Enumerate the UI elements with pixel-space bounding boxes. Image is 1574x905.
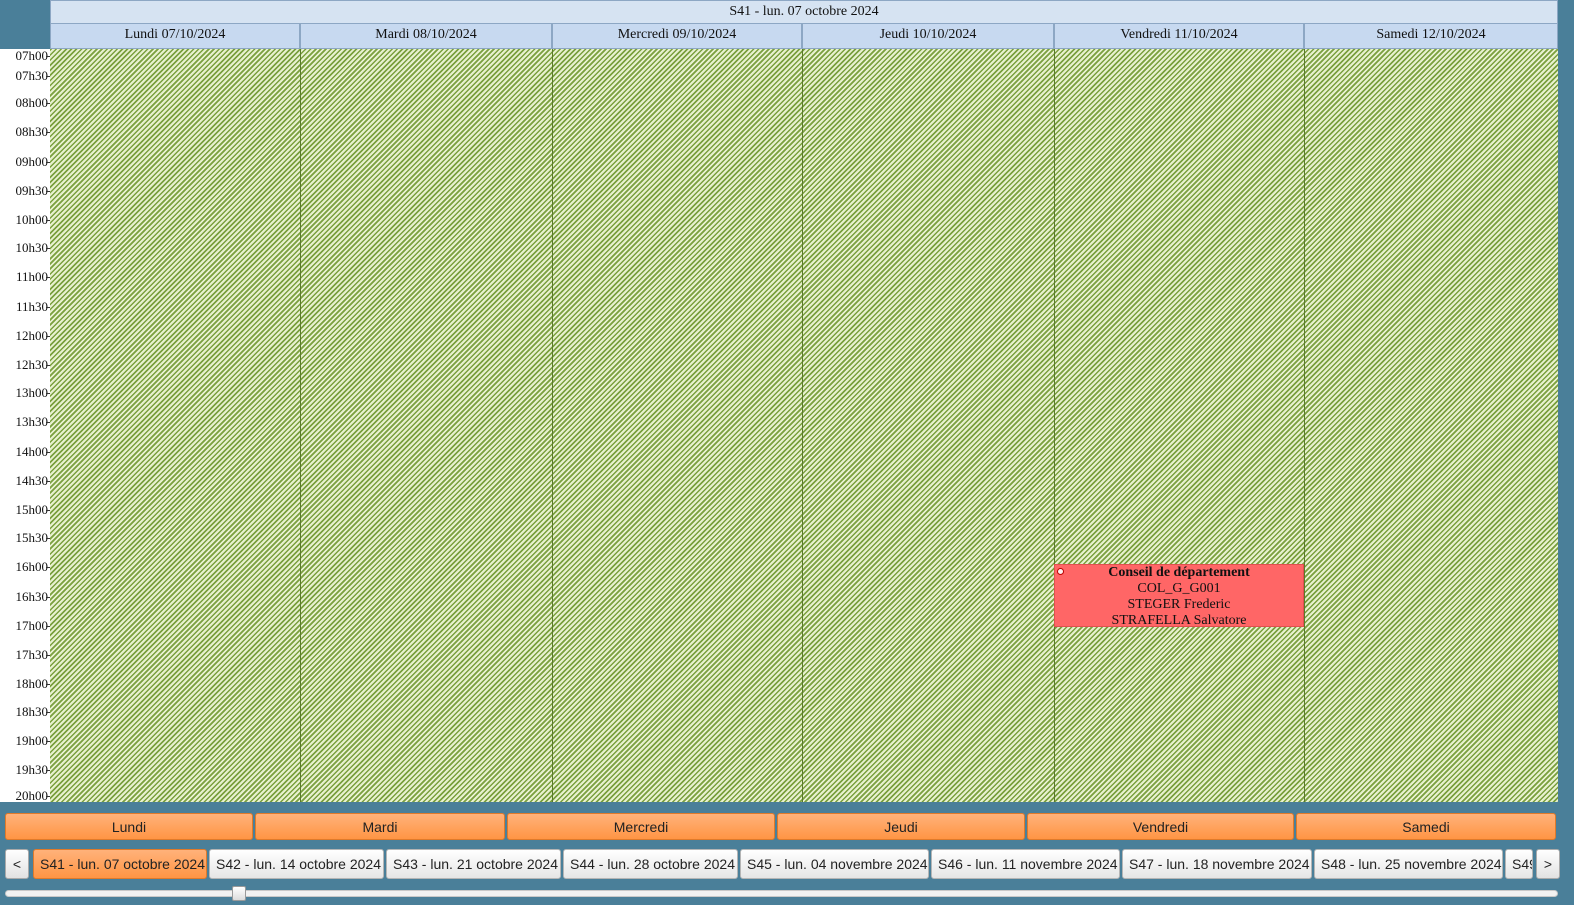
day-header: Mercredi 09/10/2024 xyxy=(552,24,802,49)
day-button-lundi[interactable]: Lundi xyxy=(5,813,253,840)
event-title: Conseil de département xyxy=(1108,565,1250,580)
event-marker-icon xyxy=(1057,568,1064,575)
day-column-divider xyxy=(1054,49,1055,802)
time-label: 11h30 xyxy=(15,299,48,314)
day-button-jeudi[interactable]: Jeudi xyxy=(777,813,1025,840)
time-label: 14h30 xyxy=(15,473,49,488)
week-tabs: S41 - lun. 07 octobre 2024 S42 - lun. 14 … xyxy=(33,848,1535,880)
time-label: 20h00 xyxy=(15,788,49,803)
slider-thumb[interactable] xyxy=(232,886,246,901)
day-header: Mardi 08/10/2024 xyxy=(300,24,552,49)
time-label: 17h30 xyxy=(15,647,49,662)
week-tab[interactable]: S43 - lun. 21 octobre 2024 xyxy=(386,849,561,879)
time-label: 17h00 xyxy=(15,618,49,633)
day-header: Jeudi 10/10/2024 xyxy=(802,24,1054,49)
week-tab[interactable]: S46 - lun. 11 novembre 2024 xyxy=(931,849,1120,879)
time-label: 13h00 xyxy=(15,385,49,400)
time-label: 16h30 xyxy=(15,589,49,604)
event-person: STEGER Frederic xyxy=(1127,597,1231,612)
time-label: 15h30 xyxy=(15,530,49,545)
day-button-mercredi[interactable]: Mercredi xyxy=(507,813,775,840)
week-scroll-slider[interactable] xyxy=(5,886,1558,901)
week-tab[interactable]: S45 - lun. 04 novembre 2024 xyxy=(740,849,929,879)
week-tab[interactable]: S44 - lun. 28 octobre 2024 xyxy=(563,849,738,879)
week-tab[interactable]: S48 - lun. 25 novembre 2024 xyxy=(1314,849,1503,879)
previous-week-button[interactable]: < xyxy=(5,849,29,879)
time-label: 15h00 xyxy=(15,502,49,517)
time-label: 08h00 xyxy=(15,95,49,110)
time-label: 11h00 xyxy=(15,269,48,284)
time-label: 16h00 xyxy=(15,559,49,574)
day-header: Samedi 12/10/2024 xyxy=(1304,24,1558,49)
time-label: 12h30 xyxy=(15,357,49,372)
week-tab[interactable]: S41 - lun. 07 octobre 2024 xyxy=(33,849,207,879)
week-navigation: < S41 - lun. 07 octobre 2024 S42 - lun. 1… xyxy=(5,848,1560,880)
day-button-samedi[interactable]: Samedi xyxy=(1296,813,1556,840)
next-week-button[interactable]: > xyxy=(1536,849,1560,879)
time-label: 07h30 xyxy=(15,68,49,83)
time-label: 18h30 xyxy=(15,704,49,719)
day-column-divider xyxy=(802,49,803,802)
time-label: 18h00 xyxy=(15,676,49,691)
day-header: Lundi 07/10/2024 xyxy=(50,24,300,49)
day-header: Vendredi 11/10/2024 xyxy=(1054,24,1304,49)
week-calendar: S41 - lun. 07 octobre 2024 Lundi 07/10/2… xyxy=(0,0,1560,803)
day-button-mardi[interactable]: Mardi xyxy=(255,813,505,840)
time-label: 12h00 xyxy=(15,328,49,343)
event-room: COL_G_G001 xyxy=(1137,581,1221,596)
day-headers: Lundi 07/10/2024 Mardi 08/10/2024 Mercredi… xyxy=(50,24,1558,49)
time-label: 08h30 xyxy=(15,124,49,139)
time-label: 19h30 xyxy=(15,762,49,777)
time-column: 07h00 07h30 08h00 08h30 09h00 09h30 10h00 10h30… xyxy=(0,49,50,802)
time-label: 07h00 xyxy=(15,48,49,63)
week-tab[interactable]: S47 - lun. 18 novembre 2024 xyxy=(1122,849,1312,879)
day-button-vendredi[interactable]: Vendredi xyxy=(1027,813,1294,840)
time-label: 19h00 xyxy=(15,733,49,748)
week-tab[interactable]: S42 - lun. 14 octobre 2024 xyxy=(209,849,384,879)
week-tab[interactable]: S49 xyxy=(1505,849,1533,879)
event-person: STRAFELLA Salvatore xyxy=(1111,613,1247,627)
time-label: 09h00 xyxy=(15,154,49,169)
calendar-grid[interactable]: Conseil de département COL_G_G001 STEGER F… xyxy=(50,49,1558,802)
day-column-divider xyxy=(552,49,553,802)
week-title: S41 - lun. 07 octobre 2024 xyxy=(50,0,1558,24)
time-label: 10h00 xyxy=(15,212,49,227)
day-column-divider xyxy=(300,49,301,802)
time-label: 14h00 xyxy=(15,444,49,459)
time-label: 13h30 xyxy=(15,414,49,429)
time-label: 10h30 xyxy=(15,240,49,255)
time-label: 09h30 xyxy=(15,183,49,198)
day-buttons-bar: Lundi Mardi Mercredi Jeudi Vendredi Samedi xyxy=(5,813,1560,841)
day-column-divider xyxy=(1304,49,1305,802)
calendar-event[interactable]: Conseil de département COL_G_G001 STEGER F… xyxy=(1054,564,1304,627)
